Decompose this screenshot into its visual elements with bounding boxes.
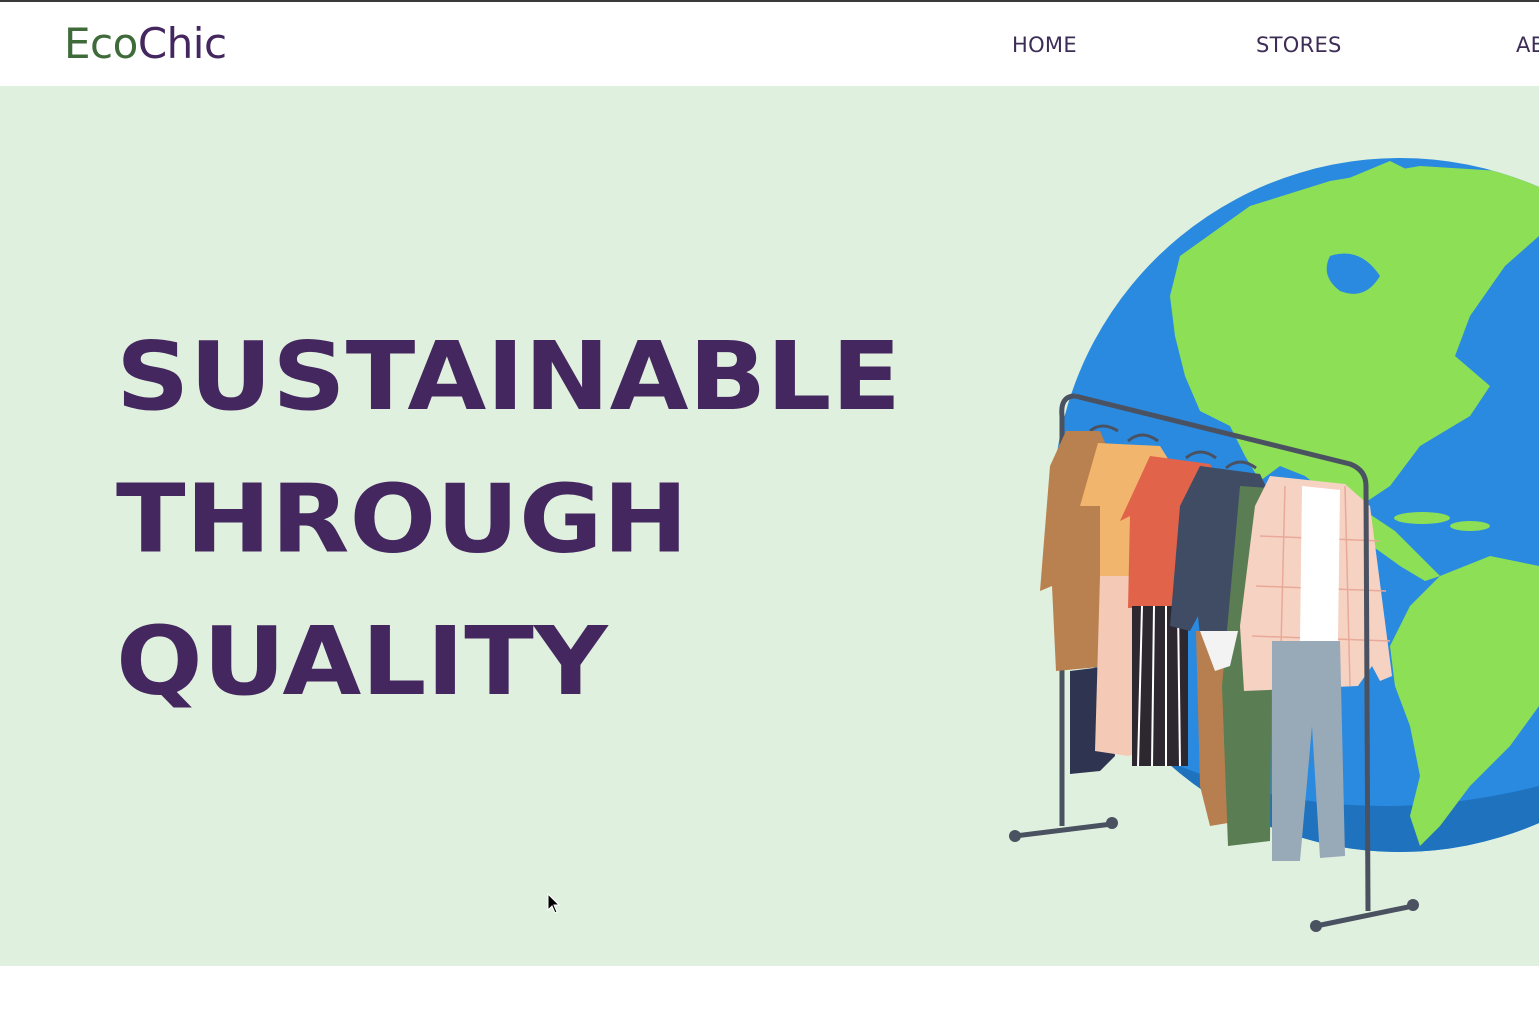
navbar: EcoChic HOME STORES AB xyxy=(0,2,1539,86)
page-bottom-area xyxy=(0,966,1539,1026)
hero-section: SUSTAINABLE THROUGH QUALITY xyxy=(0,86,1539,966)
brand-logo-part-chic: Chic xyxy=(137,19,227,68)
hero-illustration xyxy=(1009,158,1539,932)
page: EcoChic HOME STORES AB SUSTAINABLE THROU… xyxy=(0,0,1539,1026)
nav-link-home[interactable]: HOME xyxy=(1012,32,1077,58)
nav-link-stores[interactable]: STORES xyxy=(1256,32,1342,58)
brand-logo[interactable]: EcoChic xyxy=(64,18,227,70)
mouse-cursor-icon xyxy=(547,893,561,914)
nav-link-about[interactable]: AB xyxy=(1516,32,1539,58)
brand-logo-part-eco: Eco xyxy=(64,19,138,68)
